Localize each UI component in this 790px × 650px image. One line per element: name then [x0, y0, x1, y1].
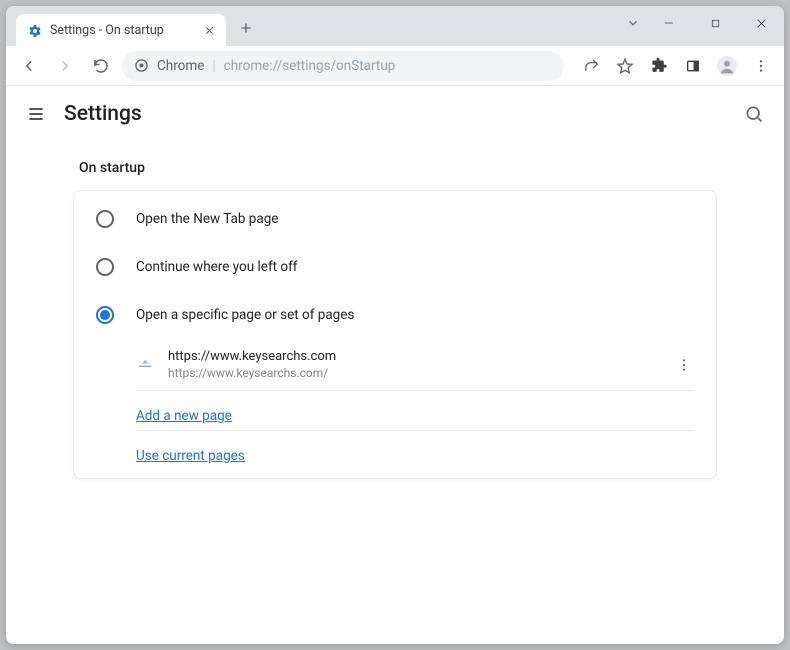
- radio-icon: [96, 258, 114, 276]
- toolbar: Chrome | chrome://settings/onStartup: [6, 46, 784, 86]
- content-area: Settings On startup Open the New Tab pag…: [6, 86, 784, 644]
- url-scheme: Chrome: [157, 58, 204, 74]
- browser-window: Settings - On startup: [6, 6, 784, 644]
- share-icon[interactable]: [576, 51, 606, 81]
- radio-label: Open the New Tab page: [136, 211, 278, 227]
- gear-icon: [28, 23, 42, 37]
- use-current-row: Use current pages: [136, 431, 694, 464]
- url-path: chrome://settings/onStartup: [224, 58, 396, 74]
- add-page-row: Add a new page: [136, 391, 694, 431]
- window-controls: [626, 6, 784, 40]
- page-entry-title: https://www.keysearchs.com: [168, 349, 660, 364]
- maximize-button[interactable]: [692, 6, 738, 40]
- use-current-link[interactable]: Use current pages: [136, 448, 245, 464]
- forward-button[interactable]: [50, 51, 80, 81]
- radio-open-new-tab[interactable]: Open the New Tab page: [74, 195, 716, 243]
- radio-icon: [96, 210, 114, 228]
- chrome-menu-icon[interactable]: [746, 51, 776, 81]
- radio-continue[interactable]: Continue where you left off: [74, 243, 716, 291]
- favicon-icon: [136, 356, 154, 374]
- address-bar[interactable]: Chrome | chrome://settings/onStartup: [122, 51, 564, 81]
- close-tab-icon[interactable]: [202, 23, 216, 37]
- sidepanel-icon[interactable]: [678, 51, 708, 81]
- radio-label: Continue where you left off: [136, 259, 298, 275]
- radio-specific-pages[interactable]: Open a specific page or set of pages: [74, 291, 716, 339]
- page-entry-url: https://www.keysearchs.com/: [168, 366, 660, 380]
- page-title: Settings: [64, 102, 142, 126]
- titlebar: Settings - On startup: [6, 6, 784, 46]
- radio-label: Open a specific page or set of pages: [136, 307, 354, 323]
- minimize-button[interactable]: [646, 6, 692, 40]
- startup-pages-list: https://www.keysearchs.com https://www.k…: [136, 339, 694, 464]
- settings-header: Settings: [6, 86, 784, 142]
- reload-button[interactable]: [86, 51, 116, 81]
- hamburger-icon[interactable]: [26, 104, 46, 124]
- close-window-button[interactable]: [738, 6, 784, 40]
- new-tab-button[interactable]: [232, 14, 260, 42]
- back-button[interactable]: [14, 51, 44, 81]
- radio-icon: [96, 306, 114, 324]
- profile-icon[interactable]: [712, 51, 742, 81]
- chrome-logo-icon: [134, 58, 149, 73]
- section-title: On startup: [79, 160, 717, 176]
- add-page-link[interactable]: Add a new page: [136, 408, 232, 424]
- settings-card: Open the New Tab page Continue where you…: [73, 190, 717, 479]
- startup-page-row: https://www.keysearchs.com https://www.k…: [136, 339, 694, 391]
- extensions-icon[interactable]: [644, 51, 674, 81]
- tab-search-icon[interactable]: [626, 6, 640, 40]
- page-entry-menu-icon[interactable]: [674, 355, 694, 375]
- search-icon[interactable]: [744, 104, 764, 124]
- url-separator: |: [212, 58, 215, 74]
- tab-title: Settings - On startup: [50, 23, 194, 38]
- bookmark-icon[interactable]: [610, 51, 640, 81]
- browser-tab[interactable]: Settings - On startup: [16, 14, 226, 46]
